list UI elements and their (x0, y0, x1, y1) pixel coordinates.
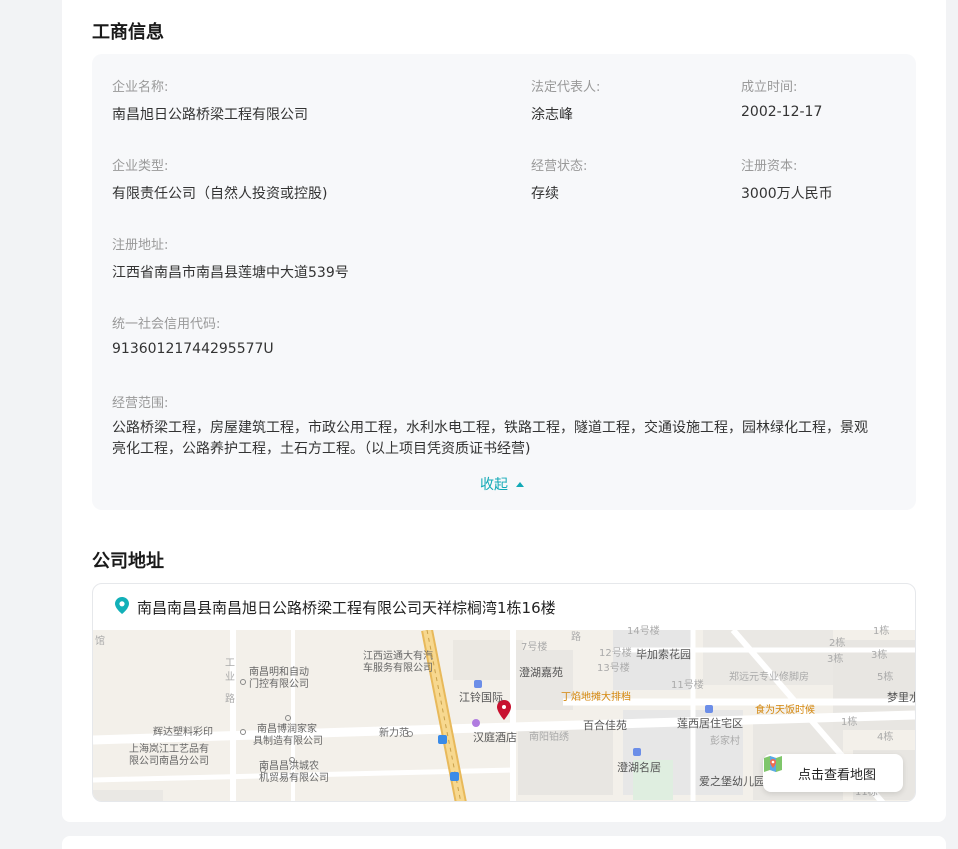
view-map-label: 点击查看地图 (797, 767, 876, 783)
map-label: 辉达塑料彩印 (153, 727, 213, 738)
map-label: 爱之堡幼儿园 (699, 775, 765, 788)
map-label: 4栋 (877, 732, 894, 743)
credit-code-value: 91360121744295577U (112, 341, 274, 357)
company-address-title: 公司地址 (92, 551, 164, 572)
company-type-label: 企业类型: (112, 159, 169, 174)
business-info-title: 工商信息 (92, 22, 164, 43)
map-label: 新力范 (379, 728, 409, 739)
address-text: 南昌南昌县南昌旭日公路桥梁工程有限公司天祥棕榈湾1栋16楼 (137, 598, 556, 617)
map-label: 江铃国际 (459, 691, 503, 704)
map-label: 馆 (95, 636, 105, 647)
map-label: 门控有限公司 (249, 679, 309, 690)
map-label: 2栋 (829, 638, 846, 649)
reg-address-value: 江西省南昌市南昌县莲塘中大道539号 (112, 265, 349, 281)
map-label: 5栋 (877, 672, 894, 683)
location-pin-icon (115, 596, 129, 618)
company-name-value: 南昌旭日公路桥梁工程有限公司 (112, 107, 308, 123)
map-label: 机贸易有限公司 (259, 773, 329, 784)
view-map-button[interactable]: 点击查看地图 (763, 754, 903, 792)
established-label: 成立时间: (741, 80, 798, 95)
status-label: 经营状态: (531, 159, 588, 174)
map-label: 工 (225, 658, 235, 669)
address-box: 南昌南昌县南昌旭日公路桥梁工程有限公司天祥棕榈湾1栋16楼 馆 工 业 路 南昌… (92, 583, 916, 802)
map-label: 1栋 (841, 717, 858, 728)
scope-label: 经营范围: (112, 396, 169, 411)
collapse-label: 收起 (480, 477, 508, 493)
map-label: 南昌明和自动 (249, 667, 309, 678)
map-label: 丁焰地摊大排档 (561, 692, 631, 703)
map-label: 限公司南昌分公司 (129, 756, 209, 767)
map-label: 1栋 (873, 626, 890, 637)
address-map[interactable]: 馆 工 业 路 南昌明和自动 门控有限公司 江西运通大有汽 车服务有限公司 澄湖… (93, 626, 915, 801)
credit-code-label: 统一社会信用代码: (112, 317, 221, 332)
map-label: 上海岚江工艺品有 (129, 744, 209, 755)
map-label: 具制造有限公司 (253, 736, 323, 747)
map-label: 百合佳苑 (583, 719, 627, 732)
map-label: 13号楼 (597, 663, 630, 674)
address-row: 南昌南昌县南昌旭日公路桥梁工程有限公司天祥棕榈湾1栋16楼 (93, 584, 915, 630)
map-label: 莲西居住宅区 (677, 717, 743, 730)
caret-up-icon (516, 481, 524, 487)
map-label: 梦里水 (887, 691, 915, 704)
map-label: 江西运通大有汽 (363, 651, 433, 662)
map-label: 食为天饭时候 (755, 705, 815, 716)
collapse-button[interactable]: 收起 (480, 474, 524, 494)
legal-rep-label: 法定代表人: (531, 80, 601, 95)
capital-value: 3000万人民币 (741, 186, 833, 202)
map-label: 南昌博润家家 (257, 724, 317, 735)
scope-value: 公路桥梁工程，房屋建筑工程，市政公用工程，水利水电工程，铁路工程，隧道工程，交通… (112, 420, 868, 457)
legal-rep-value: 涂志峰 (531, 107, 573, 123)
company-name-label: 企业名称: (112, 80, 169, 95)
map-label: 彭家村 (710, 736, 740, 747)
map-label: 路 (225, 694, 235, 705)
capital-label: 注册资本: (741, 159, 798, 174)
status-value: 存续 (531, 186, 559, 202)
established-value: 2002-12-17 (741, 104, 823, 120)
map-label: 澄湖名居 (617, 761, 661, 774)
map-label: 路 (571, 632, 581, 643)
map-label: 11号楼 (671, 680, 704, 691)
map-label: 7号楼 (521, 642, 548, 653)
map-label: 12号楼 (599, 648, 632, 659)
reg-address-label: 注册地址: (112, 238, 169, 253)
map-label: 车服务有限公司 (363, 663, 433, 674)
next-card (62, 836, 946, 849)
map-label: 14号楼 (627, 626, 660, 637)
map-label: 3栋 (871, 650, 888, 661)
map-label: 3栋 (827, 654, 844, 665)
map-label: 郑远元专业修脚房 (729, 672, 809, 683)
map-label: 业 (225, 672, 235, 683)
company-type-value: 有限责任公司（自然人投资或控股) (112, 186, 328, 202)
map-label: 汉庭酒店 (473, 731, 517, 744)
map-label: 南阳铂绣 (529, 732, 569, 743)
map-label: 南昌昌洪城农 (259, 761, 319, 772)
map-label: 毕加索花园 (636, 648, 691, 661)
map-label: 澄湖嘉苑 (519, 666, 563, 679)
